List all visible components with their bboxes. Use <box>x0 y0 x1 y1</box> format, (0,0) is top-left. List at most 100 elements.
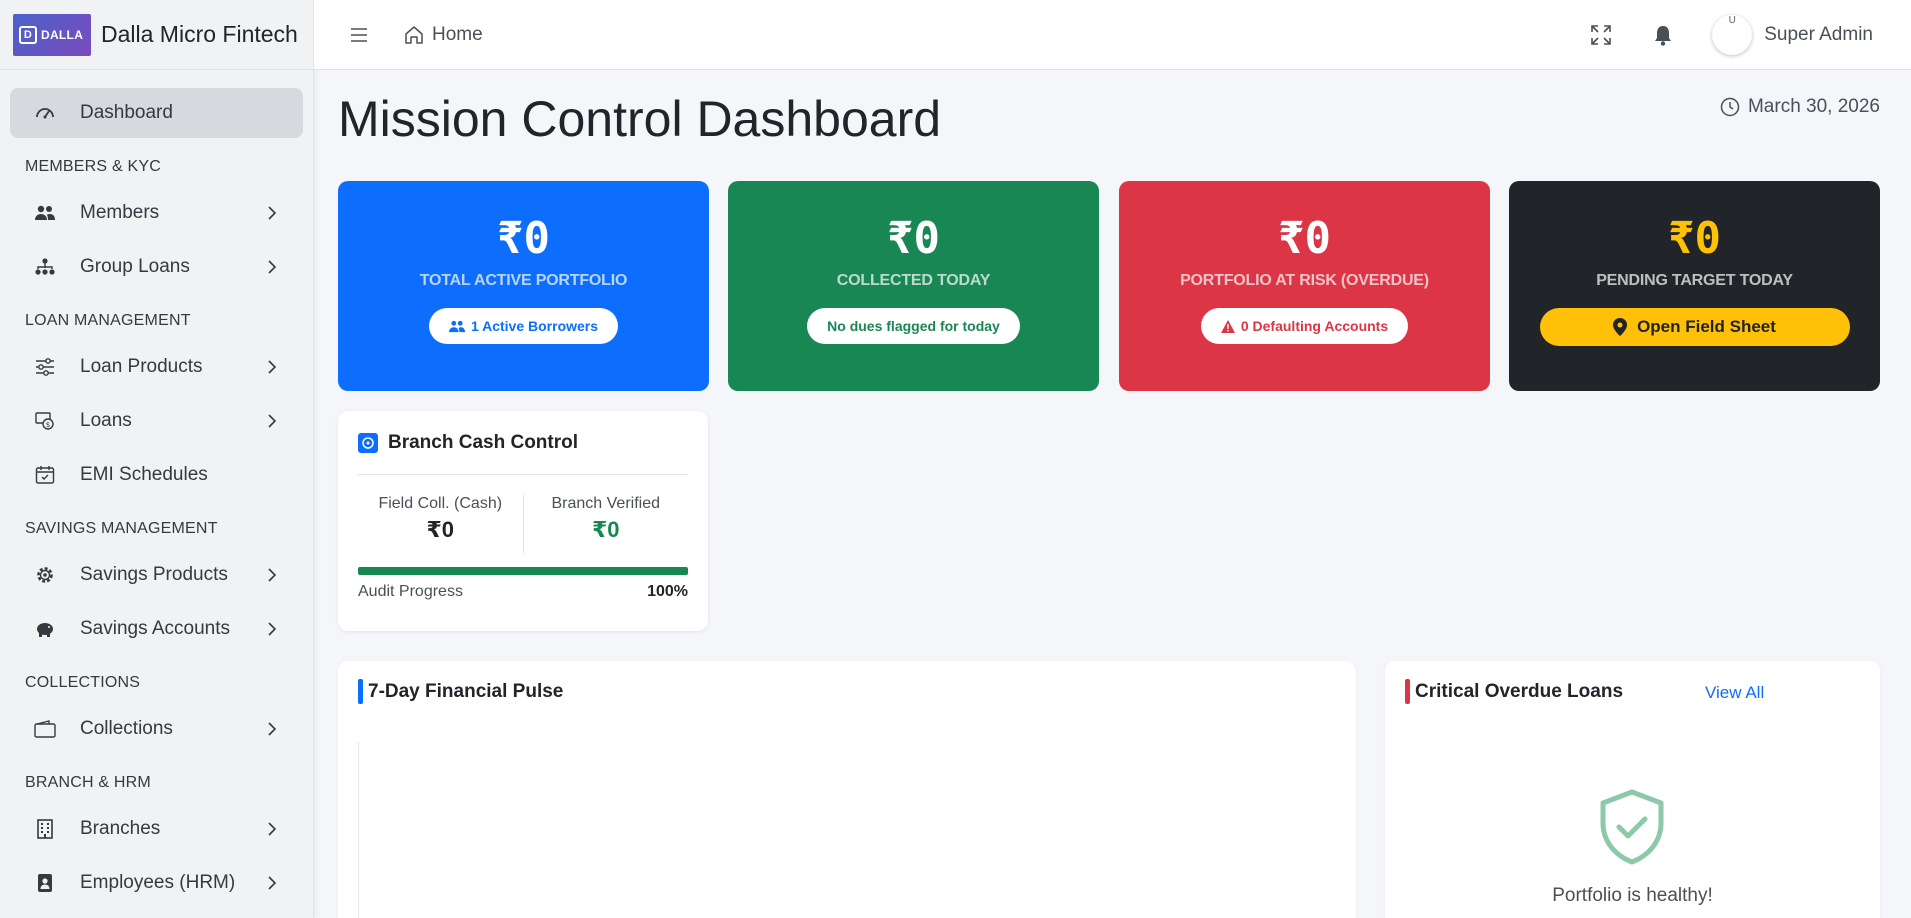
sidebar-item-loans[interactable]: $ Loans <box>10 396 303 446</box>
chevron-right-icon <box>268 822 277 836</box>
wallet-icon <box>34 718 56 740</box>
page-date-text: March 30, 2026 <box>1747 96 1880 117</box>
stat-value: ₹0 <box>1278 213 1331 264</box>
chevron-right-icon <box>268 722 277 736</box>
page-date: March 30, 2026 <box>1720 96 1880 118</box>
branch-cash-control-card: Branch Cash Control Field Coll. (Cash) ₹… <box>338 411 708 631</box>
cash-columns: Field Coll. (Cash) ₹0 Branch Verified ₹0 <box>358 495 688 553</box>
gear-icon <box>34 564 56 586</box>
chevron-right-icon <box>268 876 277 890</box>
stat-card-portfolio-at-risk: ₹0 PORTFOLIO AT RISK (OVERDUE) 0 Default… <box>1119 181 1490 391</box>
safe-icon <box>358 432 378 453</box>
cash-coin-icon: $ <box>34 410 56 432</box>
user-avatar[interactable]: U <box>1712 15 1753 55</box>
chevron-right-icon <box>268 260 277 274</box>
branch-verified-column: Branch Verified ₹0 <box>522 495 689 553</box>
financial-pulse-card: 7-Day Financial Pulse <box>338 661 1356 918</box>
sidebar-item-savings-accounts[interactable]: Savings Accounts <box>10 604 303 654</box>
sidebar-item-members[interactable]: Members <box>10 188 303 238</box>
sidebar-item-emi-schedules[interactable]: EMI Schedules <box>10 450 303 500</box>
stat-value: ₹0 <box>887 213 940 264</box>
sidebar-item-label: Loans <box>80 410 132 431</box>
audit-progress-bar <box>358 567 688 575</box>
nav-section-collections: COLLECTIONS <box>25 674 141 691</box>
sidebar-item-label: Loan Products <box>80 356 203 377</box>
stat-label: TOTAL ACTIVE PORTFOLIO <box>419 272 628 289</box>
audit-percent: 100% <box>647 583 688 600</box>
card-header: Branch Cash Control <box>358 411 688 475</box>
sidebar-item-employees[interactable]: Employees (HRM) <box>10 858 303 908</box>
badge-text: 0 Defaulting Accounts <box>1240 318 1389 334</box>
nav-section-savings-management: SAVINGS MANAGEMENT <box>25 520 218 537</box>
sidebar-nav: Dashboard MEMBERS & KYC Members Group Lo… <box>0 70 313 908</box>
sidebar-item-label: Branches <box>80 818 161 839</box>
branch-verified-value: ₹0 <box>591 517 620 542</box>
sidebar-item-label: Group Loans <box>80 256 190 277</box>
chevron-right-icon <box>268 622 277 636</box>
sliders-icon <box>34 356 56 378</box>
chevron-right-icon <box>268 568 277 582</box>
building-icon <box>34 818 56 840</box>
stat-card-collected-today: ₹0 COLLECTED TODAY No dues flagged for t… <box>728 181 1099 391</box>
house-icon <box>405 25 423 44</box>
stat-value: ₹0 <box>1668 213 1721 264</box>
home-link[interactable]: Home <box>404 24 483 46</box>
chevron-right-icon <box>268 360 277 374</box>
brand[interactable]: D DALLA Dalla Micro Fintech <box>0 0 313 70</box>
view-all-link[interactable]: View All <box>1705 683 1764 703</box>
sidebar-item-label: Savings Products <box>80 564 228 585</box>
stat-label: PENDING TARGET TODAY <box>1596 272 1793 289</box>
nav-section-branch-hrm: BRANCH & HRM <box>25 774 151 791</box>
chevron-right-icon <box>268 414 277 428</box>
user-name[interactable]: Super Admin <box>1764 24 1873 46</box>
people-icon <box>34 202 56 224</box>
defaulting-accounts-badge[interactable]: 0 Defaulting Accounts <box>1200 308 1409 344</box>
section-title: 7-Day Financial Pulse <box>358 679 563 704</box>
badge-text: 1 Active Borrowers <box>470 318 599 334</box>
chevron-right-icon <box>268 206 277 220</box>
audit-footer: Audit Progress 100% <box>358 583 688 601</box>
open-field-sheet-button[interactable]: Open Field Sheet <box>1539 308 1850 346</box>
hamburger-menu-icon[interactable] <box>350 27 368 42</box>
card-title: Branch Cash Control <box>388 431 579 453</box>
sidebar-item-label: Dashboard <box>80 102 173 123</box>
field-collection-label: Field Coll. (Cash) <box>378 495 503 512</box>
sidebar-item-group-loans[interactable]: Group Loans <box>10 242 303 292</box>
bell-icon[interactable] <box>1650 22 1676 48</box>
stat-value: ₹0 <box>497 213 550 264</box>
button-label: Open Field Sheet <box>1637 317 1776 336</box>
audit-progress-fill <box>358 567 688 575</box>
sidebar: D DALLA Dalla Micro Fintech Dashboard ME… <box>0 0 314 918</box>
field-collection-value: ₹0 <box>426 517 455 542</box>
warning-triangle-icon <box>1220 319 1235 333</box>
topbar-actions: U Super Admin <box>1588 0 1873 70</box>
svg-text:$: $ <box>46 421 50 429</box>
sidebar-item-branches[interactable]: Branches <box>10 804 303 854</box>
nav-section-loan-management: LOAN MANAGEMENT <box>25 312 191 329</box>
person-badge-icon <box>34 872 56 894</box>
sidebar-item-savings-products[interactable]: Savings Products <box>10 550 303 600</box>
stat-card-pending-target-today: ₹0 PENDING TARGET TODAY Open Field Sheet <box>1509 181 1880 391</box>
sidebar-item-collections[interactable]: Collections <box>10 704 303 754</box>
field-collection-column: Field Coll. (Cash) ₹0 <box>358 495 523 553</box>
sidebar-item-label: Members <box>80 202 160 223</box>
sidebar-item-dashboard[interactable]: Dashboard <box>10 88 303 138</box>
sidebar-item-loan-products[interactable]: Loan Products <box>10 342 303 392</box>
map-pin-icon <box>1613 318 1628 336</box>
section-title: Critical Overdue Loans <box>1405 679 1623 704</box>
avatar-alt-text: U <box>1728 15 1736 26</box>
branch-verified-label: Branch Verified <box>551 495 660 512</box>
page-title: Mission Control Dashboard <box>338 91 942 147</box>
critical-overdue-loans-card: Critical Overdue Loans View All Portfoli… <box>1385 661 1880 918</box>
diagram-icon <box>34 256 56 278</box>
fullscreen-icon[interactable] <box>1588 22 1614 48</box>
sidebar-item-label: Savings Accounts <box>80 618 230 639</box>
active-borrowers-badge[interactable]: 1 Active Borrowers <box>428 308 619 344</box>
stat-label: PORTFOLIO AT RISK (OVERDUE) <box>1180 272 1429 289</box>
financial-pulse-chart <box>358 742 1338 918</box>
sidebar-item-label: Collections <box>80 718 173 739</box>
badge-text: No dues flagged for today <box>827 318 1000 334</box>
portfolio-healthy-text: Portfolio is healthy! <box>1552 885 1713 906</box>
brand-logo: D DALLA <box>13 13 91 56</box>
brand-logo-text: DALLA <box>41 27 84 42</box>
